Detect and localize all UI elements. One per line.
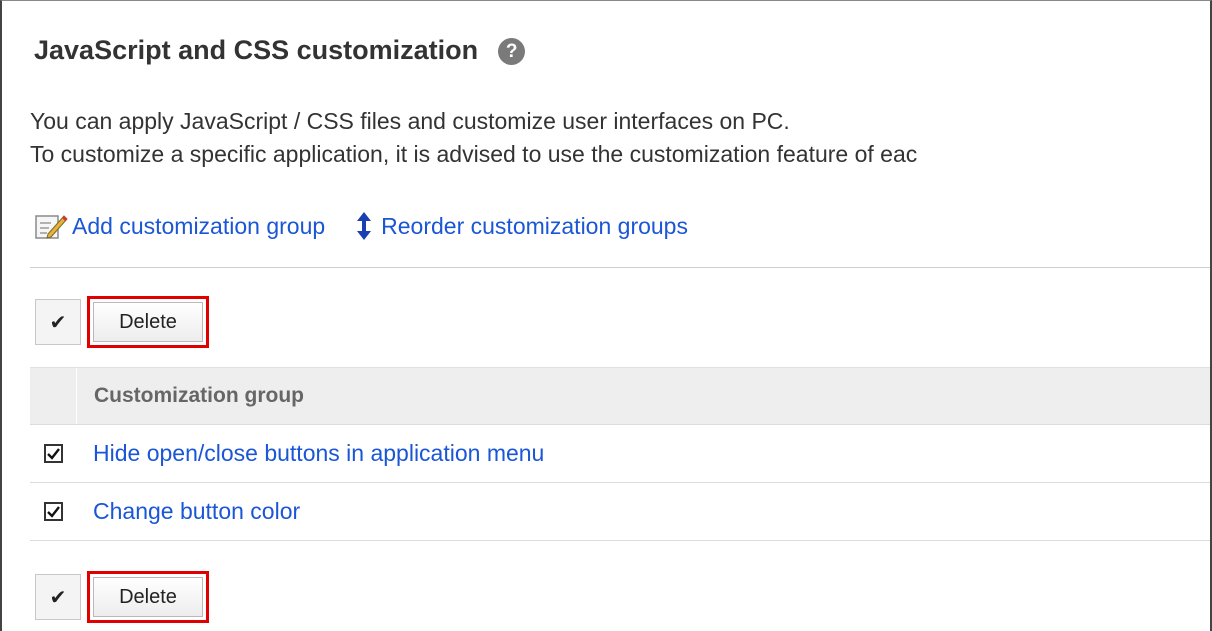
customization-group-link[interactable]: Hide open/close buttons in application m… [76,440,544,467]
page-frame: JavaScript and CSS customization ? You c… [0,0,1212,631]
column-header-customization-group: Customization group [94,384,304,407]
reorder-customization-groups-label: Reorder customization groups [381,212,688,239]
table-header: Customization group [30,367,1210,425]
toolbar-top: ✔ Delete [35,296,209,348]
customization-group-table: Customization group Hide open/close butt… [30,367,1210,541]
add-customization-group-label: Add customization group [72,212,326,239]
row-checkbox[interactable] [43,502,63,521]
customization-group-link[interactable]: Change button color [76,498,300,525]
checkmark-icon [46,448,60,460]
title-row: JavaScript and CSS customization ? [34,35,526,66]
up-down-arrow-icon [357,212,372,240]
table-row: Hide open/close buttons in application m… [30,425,1210,483]
edit-note-icon [35,215,68,239]
description: You can apply JavaScript / CSS files and… [30,105,917,171]
row-check-cell [30,444,76,463]
delete-button-top[interactable]: Delete [93,302,203,342]
checkmark-icon [46,506,60,518]
description-line-2: To customize a specific application, it … [30,141,918,167]
reorder-customization-groups-link[interactable]: Reorder customization groups [351,211,688,241]
highlight-box-top: Delete [87,296,209,348]
row-check-cell [30,502,76,521]
add-customization-group-link[interactable]: Add customization group [34,212,325,240]
action-links: Add customization group Reorder customiz… [34,211,688,241]
row-checkbox[interactable] [43,444,63,463]
divider [30,267,1210,268]
select-all-button-bottom[interactable]: ✔ [35,574,81,620]
header-check-cell [30,368,77,424]
page-title: JavaScript and CSS customization [34,35,479,65]
toolbar-bottom: ✔ Delete [35,571,209,623]
table-row: Change button color [30,483,1210,541]
select-all-button-top[interactable]: ✔ [35,299,81,345]
delete-button-bottom[interactable]: Delete [93,577,203,617]
description-line-1: You can apply JavaScript / CSS files and… [30,108,790,134]
help-icon[interactable]: ? [498,38,526,65]
highlight-box-bottom: Delete [87,571,209,623]
